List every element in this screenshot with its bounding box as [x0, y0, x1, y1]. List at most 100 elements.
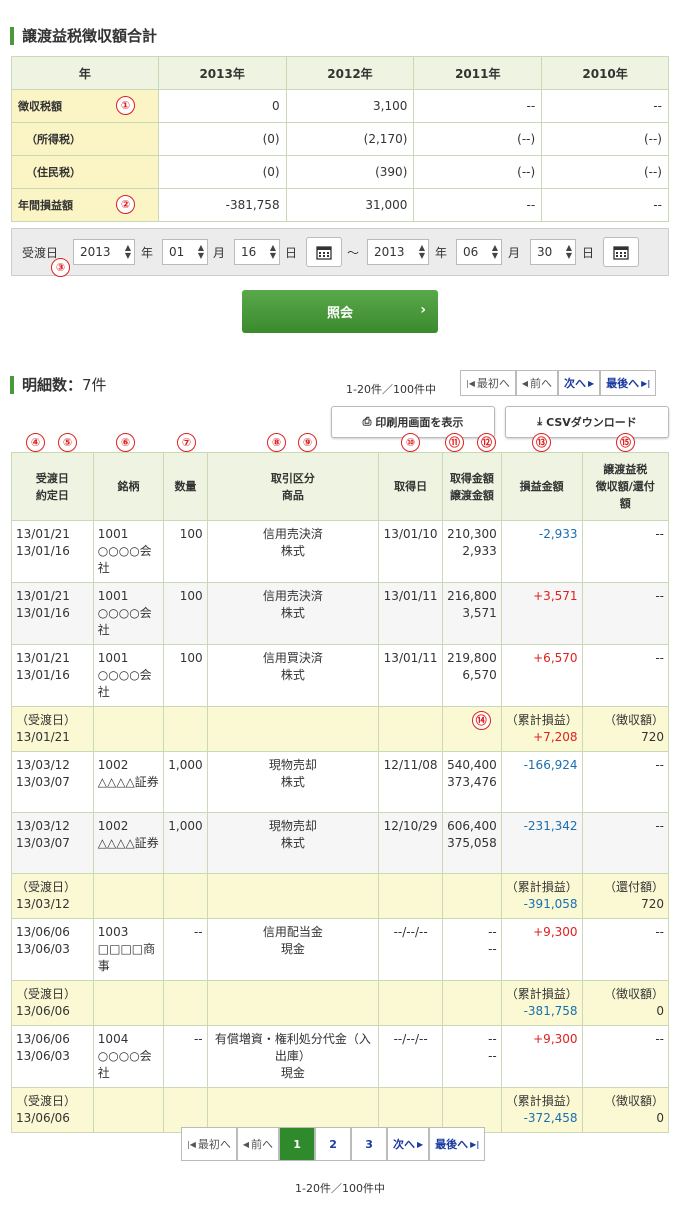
csv-download-button[interactable]: ⤓ CSVダウンロード: [505, 406, 669, 438]
to-calendar-button[interactable]: [603, 237, 639, 267]
from-year-select[interactable]: 2013 ▲ ▼: [73, 239, 135, 265]
detail-count: 7件: [82, 376, 107, 394]
col-header-stock: 銘柄: [92, 452, 165, 521]
bottom-next-button[interactable]: 次へ ▶: [387, 1127, 430, 1161]
table-row: 13/03/12 13/03/07 1002 △△△△証券 1,000 現物売却 株式 12/…: [11, 751, 670, 813]
col-header-pl: 損益金額: [500, 452, 583, 521]
tax-value: 0: [656, 1004, 664, 1018]
table-row: 13/01/21 13/01/16 1001 ○○○○会社 100 信用売決済 株式 13/0…: [11, 520, 670, 583]
stock-name: ○○○○会社: [97, 1049, 152, 1080]
col-header-acq-date: 取得日: [378, 452, 444, 521]
from-calendar-button[interactable]: [306, 237, 342, 267]
spinner-icon: ▲ ▼: [491, 243, 498, 260]
prev-label: 前へ: [251, 1138, 274, 1151]
prev-icon: ◀: [521, 378, 529, 388]
next-icon: ▶: [588, 378, 595, 388]
trade-type: 信用売決済: [262, 527, 323, 541]
col-header-qty: 数量: [163, 452, 208, 521]
trade-date: 13/06/03: [16, 942, 70, 956]
product: 株式: [280, 775, 305, 789]
to-month-select[interactable]: 06 ▲ ▼: [456, 239, 502, 265]
delivery-date: 13/01/21: [16, 651, 70, 665]
from-month-value: 01: [169, 245, 185, 259]
summary-cell: 0: [157, 89, 287, 123]
page-2-button[interactable]: 2: [315, 1127, 352, 1161]
trade-type: 現物売却: [268, 758, 317, 772]
marker-13: ⑬: [532, 433, 551, 452]
summary-title: 譲渡益税徴収額合計: [10, 27, 157, 45]
acquisition-amount: 540,400: [447, 758, 497, 772]
tax-value: 720: [641, 730, 664, 744]
tax-value: 0: [656, 1111, 664, 1125]
next-label: 次へ: [564, 377, 587, 390]
to-day-select[interactable]: 30 ▲ ▼: [530, 239, 576, 265]
query-button[interactable]: 照会 ›: [242, 290, 438, 333]
stock-code: 1004: [97, 1032, 129, 1046]
marker-2: ②: [116, 195, 135, 214]
top-prev-button[interactable]: ◀ 前へ: [515, 370, 559, 396]
cumulative-pl-label: （累計損益）: [505, 987, 578, 1001]
from-day-select[interactable]: 16 ▲ ▼: [234, 239, 280, 265]
marker-6: ⑥: [116, 433, 135, 452]
to-year-select[interactable]: 2013 ▲ ▼: [367, 239, 429, 265]
transfer-amount: 3,571: [462, 606, 497, 620]
top-range-text: 1-20件／100件中: [346, 383, 436, 396]
acquisition-date: 12/11/08: [378, 751, 444, 813]
acquisition-amount: 216,800: [447, 589, 497, 603]
transfer-amount: 2,933: [462, 544, 497, 558]
page-1-button[interactable]: 1: [279, 1127, 316, 1161]
tax-amount: --: [581, 1025, 670, 1088]
table-row: 13/06/06 13/06/03 1004 ○○○○会社 -- 有償増資・権利処分代金（…: [11, 1025, 670, 1088]
calendar-icon: [316, 245, 332, 260]
cumulative-pl: -372,458: [523, 1111, 578, 1125]
quantity: 100: [163, 520, 208, 583]
stock-code: 1003: [97, 925, 129, 939]
top-next-button[interactable]: 次へ ▶: [558, 370, 601, 396]
delivery-date: 13/03/12: [16, 819, 70, 833]
stock-name: ○○○○会社: [97, 606, 152, 637]
cumulative-pl: -381,758: [523, 1004, 578, 1018]
summary-cell: (--): [413, 122, 543, 156]
spinner-icon: ▲ ▼: [418, 243, 425, 260]
product: 株式: [280, 544, 305, 558]
marker-12: ⑫: [477, 433, 496, 452]
top-last-button[interactable]: 最後へ ▶|: [600, 370, 657, 396]
transfer-amount: 375,058: [447, 836, 497, 850]
product: 株式: [280, 606, 305, 620]
trade-type: 有償増資・権利処分代金（入出庫）: [214, 1032, 371, 1063]
product: 株式: [280, 836, 305, 850]
to-month-value: 06: [463, 245, 479, 259]
tax-amount: --: [581, 918, 670, 981]
bottom-last-button[interactable]: 最後へ ▶|: [429, 1127, 486, 1161]
csv-button-label: CSVダウンロード: [546, 416, 637, 429]
summary-cell: (--): [413, 155, 543, 189]
first-label: 最初へ: [197, 1138, 231, 1151]
trade-date: 13/01/16: [16, 606, 70, 620]
summary-row-tax: 徴収税額 ① 0 3,100 -- --: [11, 89, 669, 123]
subtotal-row: （受渡日） 13/06/06 （累計損益） -381,758 （徴収額） 0: [11, 980, 670, 1026]
summary-header-2011: 2011年: [413, 56, 543, 90]
cumulative-pl: -391,058: [523, 897, 578, 911]
acquisition-amount: --: [488, 1032, 497, 1046]
stock-name: ○○○○会社: [97, 544, 152, 575]
first-label: 最初へ: [476, 377, 510, 390]
tax-label: （還付額）: [603, 880, 664, 894]
page-3-button[interactable]: 3: [351, 1127, 388, 1161]
bottom-first-button[interactable]: |◀ 最初へ: [181, 1127, 237, 1161]
pl-amount: +9,300: [500, 918, 583, 981]
from-month-select[interactable]: 01 ▲ ▼: [162, 239, 208, 265]
trade-date: 13/01/16: [16, 668, 70, 682]
cumulative-pl-label: （累計損益）: [505, 713, 578, 727]
next-label: 次へ: [393, 1138, 416, 1151]
table-row: 13/06/06 13/06/03 1003 □□□□商事 -- 信用配当金 現金 --/--…: [11, 918, 670, 981]
marker-14: ⑭: [471, 711, 491, 730]
table-row: 13/01/21 13/01/16 1001 ○○○○会社 100 信用売決済 株式 13/0…: [11, 582, 670, 645]
bottom-prev-button[interactable]: ◀ 前へ: [236, 1127, 280, 1161]
cumulative-pl: +7,208: [533, 730, 578, 744]
from-year-value: 2013: [80, 245, 111, 259]
detail-title-label: 明細数：: [22, 376, 83, 394]
top-first-button[interactable]: |◀ 最初へ: [460, 370, 516, 396]
subtotal-date: 13/06/06: [16, 1111, 70, 1125]
prev-icon: ◀: [242, 1139, 250, 1149]
table-row: 13/01/21 13/01/16 1001 ○○○○会社 100 信用買決済 株式 13/0…: [11, 644, 670, 707]
